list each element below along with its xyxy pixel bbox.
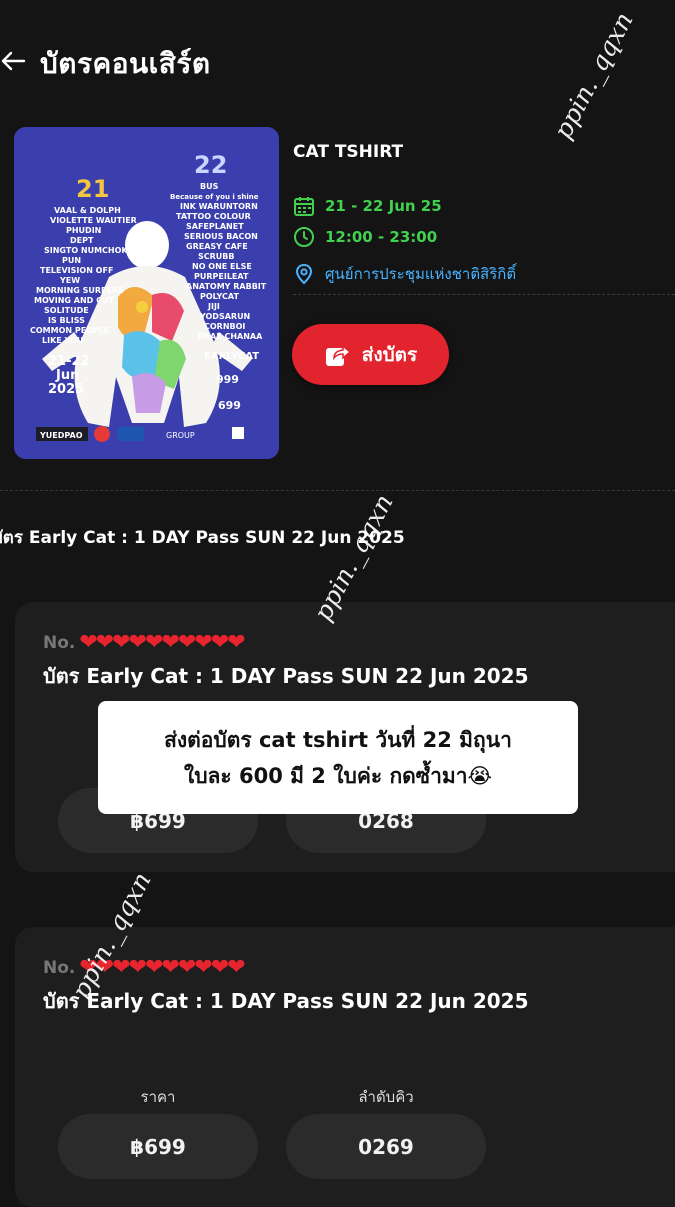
poster-early-label: EARLYCAT (204, 351, 259, 362)
event-date-row: 21 - 22 Jun 25 (293, 195, 442, 217)
svg-text:MORNING SURFERS: MORNING SURFERS (36, 286, 124, 295)
note-line-1: ส่งต่อบัตร cat tshirt วันที่ 22 มิถุนา (164, 727, 512, 752)
svg-text:Because of you i shine: Because of you i shine (170, 193, 259, 201)
poster-brand: YUEDPAO (39, 431, 83, 440)
svg-text:NO ONE ELSE: NO ONE ELSE (192, 262, 252, 271)
svg-text:ANATOMY RABBIT: ANATOMY RABBIT (186, 282, 267, 291)
svg-text:COMMON PEOPLE: COMMON PEOPLE (30, 326, 109, 335)
svg-text:MOVING AND CUT: MOVING AND CUT (34, 296, 114, 305)
event-venue-row[interactable]: ศูนย์การประชุมแห่งชาติสิริกิติ์ (293, 262, 516, 286)
page-title: บัตรคอนเสิร์ต (40, 47, 211, 80)
svg-text:SOLITUDE: SOLITUDE (44, 306, 89, 315)
ticket-number-label: No. (43, 957, 76, 978)
calendar-icon (294, 197, 314, 216)
svg-text:21-22: 21-22 (48, 354, 90, 369)
section-divider (0, 490, 675, 491)
queue-label: ลำดับคิว (358, 1088, 414, 1106)
svg-text:VAAL & DOLPH: VAAL & DOLPH (54, 206, 121, 215)
clock-icon (294, 227, 314, 247)
poster-price2: 699 (218, 399, 241, 412)
note-line-2: ใบละ 600 มี 2 ใบค่ะ กดซ้ำมา😭 (183, 763, 493, 788)
svg-text:SINGTO NUMCHOK: SINGTO NUMCHOK (44, 246, 128, 255)
poster-day2: 22 (194, 151, 227, 179)
send-ticket-label: ส่งบัตร (361, 343, 418, 366)
svg-text:TELEVISION OFF: TELEVISION OFF (40, 266, 113, 275)
ticket-price: ฿699 (58, 1114, 258, 1179)
censor-hearts: ❤❤❤❤❤❤❤❤❤❤ (79, 630, 245, 655)
svg-text:PRAE CHANAA: PRAE CHANAA (198, 332, 263, 341)
svg-text:VIOLETTE WAUTIER: VIOLETTE WAUTIER (50, 216, 137, 225)
ticket-number: No. ❤❤❤❤❤❤❤❤❤❤ (43, 630, 246, 655)
send-ticket-button[interactable]: ส่งบัตร (292, 324, 449, 385)
price-label: ราคา (140, 1088, 176, 1106)
svg-text:INK WARUNTORN: INK WARUNTORN (180, 202, 258, 211)
location-pin-icon (295, 263, 313, 285)
poster-day1: 21 (76, 175, 109, 203)
ticket-number-label: No. (43, 632, 76, 653)
svg-text:LIKE YOU: LIKE YOU (42, 336, 83, 345)
svg-text:PUN: PUN (62, 256, 81, 265)
svg-text:SAFEPLANET: SAFEPLANET (186, 222, 244, 231)
poster-group: GROUP (166, 431, 195, 440)
svg-text:PHUDIN: PHUDIN (66, 226, 101, 235)
svg-text:SERIOUS BACON: SERIOUS BACON (184, 232, 258, 241)
share-icon (325, 343, 351, 366)
svg-text:YODSARUN: YODSARUN (199, 312, 250, 321)
svg-text:SCRUBB: SCRUBB (198, 252, 234, 261)
svg-text:GREASY CAFE: GREASY CAFE (186, 242, 248, 251)
svg-text:PURPEILEAT: PURPEILEAT (194, 272, 249, 281)
event-date: 21 - 22 Jun 25 (325, 197, 442, 215)
event-time-row: 12:00 - 23:00 (293, 226, 437, 248)
watermark-text: ppin._qqxn (548, 7, 639, 144)
ticket-queue: 0269 (286, 1114, 486, 1179)
svg-text:IS BLISS: IS BLISS (48, 316, 85, 325)
svg-text:Jun: Jun (55, 368, 79, 383)
svg-text:TATTOO COLOUR: TATTOO COLOUR (176, 212, 251, 221)
ticket-name: บัตร Early Cat : 1 DAY Pass SUN 22 Jun 2… (43, 664, 529, 688)
resale-note-caption: ส่งต่อบัตร cat tshirt วันที่ 22 มิถุนา ใ… (98, 701, 578, 814)
svg-text:BUS: BUS (200, 182, 219, 191)
venue-divider (293, 294, 675, 295)
svg-text:2025: 2025 (48, 382, 84, 397)
back-arrow-icon[interactable] (0, 44, 26, 78)
svg-text:DEPT: DEPT (70, 236, 94, 245)
ticket-name: บัตร Early Cat : 1 DAY Pass SUN 22 Jun 2… (43, 989, 529, 1013)
svg-text:JIJI: JIJI (207, 302, 220, 311)
event-time: 12:00 - 23:00 (325, 228, 438, 246)
svg-text:POLYCAT: POLYCAT (200, 292, 239, 301)
poster-price1: 999 (216, 373, 239, 386)
event-venue-link[interactable]: ศูนย์การประชุมแห่งชาติสิริกิติ์ (325, 262, 516, 286)
svg-text:YEW: YEW (59, 276, 80, 285)
event-name: CAT TSHIRT (293, 142, 404, 162)
event-poster-image: 21 22 VAAL & DOLPH VIOLETTE WAUTIER PHUD… (14, 127, 279, 459)
ticket-card[interactable]: No. ❤❤❤❤❤❤❤❤❤❤ บัตร Early Cat : 1 DAY Pa… (15, 927, 675, 1207)
svg-text:CORNBOI: CORNBOI (204, 322, 245, 331)
